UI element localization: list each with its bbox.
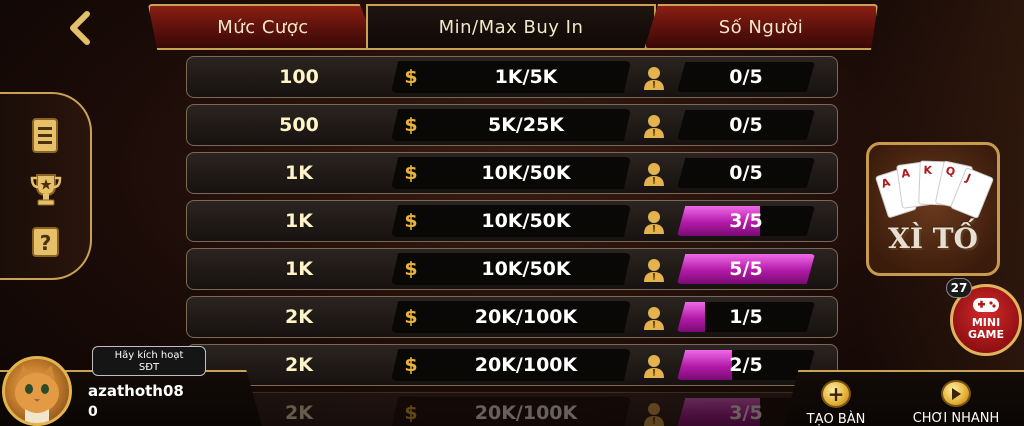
- activate-phone-button[interactable]: Hãy kích hoạt SĐT: [92, 346, 206, 376]
- players-count: 0/5: [729, 114, 763, 136]
- player-slots: 5/5: [677, 254, 815, 284]
- buyin-box: $ 10K/50K: [391, 253, 631, 285]
- buyin-box: $ 20K/100K: [391, 349, 631, 381]
- dollar-icon: $: [404, 306, 418, 328]
- person-icon: [644, 163, 664, 186]
- buyin-value: 1K/5K: [494, 66, 558, 88]
- bet-value: 1K: [285, 162, 313, 184]
- person-icon: [644, 115, 664, 138]
- player-slots: 2/5: [677, 350, 815, 380]
- history-icon[interactable]: [26, 116, 66, 156]
- activate-label-2: SĐT: [138, 362, 160, 373]
- dollar-icon: $: [404, 114, 418, 136]
- dollar-icon: $: [404, 354, 418, 376]
- buyin-value: 10K/50K: [481, 258, 571, 280]
- avatar[interactable]: [2, 356, 72, 426]
- table-row[interactable]: 1K $ 10K/50K 3/5: [186, 200, 838, 242]
- trophy-icon[interactable]: [26, 170, 66, 210]
- table-row[interactable]: 2K $ 20K/100K 2/5: [186, 344, 838, 386]
- buyin-box: $ 10K/50K: [391, 157, 631, 189]
- players-count: 5/5: [729, 258, 763, 280]
- play-icon: [941, 380, 971, 407]
- buyin-box: $ 20K/100K: [391, 301, 631, 333]
- person-icon: [644, 259, 664, 282]
- players-count: 2/5: [729, 354, 763, 376]
- mini-game-label-2: GAME: [967, 328, 1004, 341]
- plus-icon: +: [821, 380, 851, 408]
- table-row[interactable]: 500 $ 5K/25K 0/5: [186, 104, 838, 146]
- gamepad-icon: [973, 298, 999, 312]
- bet-value: 2K: [285, 402, 313, 424]
- players-count: 3/5: [729, 210, 763, 232]
- cat-avatar-icon: [15, 365, 59, 423]
- game-title: XÌ TỐ: [888, 222, 978, 255]
- buyin-box: $ 1K/5K: [391, 61, 631, 93]
- buyin-box: $ 5K/25K: [391, 109, 631, 141]
- buyin-value: 20K/100K: [474, 354, 578, 376]
- dollar-icon: $: [404, 210, 418, 232]
- header-bet: Mức Cược: [148, 4, 378, 50]
- dollar-icon: $: [404, 162, 418, 184]
- quick-play-label: CHƠI NHANH: [912, 411, 1000, 426]
- players-count: 0/5: [729, 162, 763, 184]
- dollar-icon: $: [404, 258, 418, 280]
- person-icon: [644, 355, 664, 378]
- buyin-value: 10K/50K: [481, 210, 571, 232]
- buyin-value: 20K/100K: [474, 306, 578, 328]
- back-button[interactable]: [64, 10, 96, 46]
- username: azathoth08: [88, 382, 184, 400]
- dollar-icon: $: [404, 66, 418, 88]
- dollar-icon: $: [404, 402, 418, 424]
- buyin-box: $ 10K/50K: [391, 205, 631, 237]
- table-row[interactable]: 1K $ 10K/50K 0/5: [186, 152, 838, 194]
- buyin-value: 20K/100K: [474, 402, 578, 424]
- bet-value: 2K: [285, 306, 313, 328]
- bet-value: 2K: [285, 354, 313, 376]
- player-slots: 3/5: [677, 206, 815, 236]
- buyin-value: 10K/50K: [481, 162, 571, 184]
- balance: 0: [88, 404, 98, 420]
- person-icon: [644, 307, 664, 330]
- svg-text:?: ?: [40, 231, 52, 255]
- players-count: 0/5: [729, 66, 763, 88]
- bet-value: 100: [279, 66, 319, 88]
- player-slots: 0/5: [677, 158, 815, 188]
- quick-play-button[interactable]: CHƠI NHANH: [906, 380, 1006, 426]
- help-icon[interactable]: ?: [26, 222, 66, 262]
- table-row[interactable]: 2K $ 20K/100K 1/5: [186, 296, 838, 338]
- player-slots: 1/5: [677, 302, 815, 332]
- side-menu: ?: [0, 92, 92, 280]
- create-table-button[interactable]: + TẠO BÀN: [786, 380, 886, 426]
- create-table-label: TẠO BÀN: [806, 412, 866, 426]
- person-icon: [644, 403, 664, 426]
- mini-game-badge: 27: [946, 278, 972, 298]
- table-header: Mức Cược Min/Max Buy In Số Người: [148, 4, 878, 52]
- person-icon: [644, 67, 664, 90]
- table-row[interactable]: 2K $ 20K/100K 3/5: [186, 392, 838, 426]
- bet-value: 1K: [285, 210, 313, 232]
- buyin-value: 5K/25K: [487, 114, 565, 136]
- table-row[interactable]: 1K $ 10K/50K 5/5: [186, 248, 838, 290]
- buyin-box: $ 20K/100K: [391, 397, 631, 426]
- players-count: 1/5: [729, 306, 763, 328]
- game-card-xi-to[interactable]: A A K Q J XÌ TỐ: [866, 142, 1000, 276]
- header-buyin: Min/Max Buy In: [366, 4, 656, 50]
- player-slots: 0/5: [677, 62, 815, 92]
- player-slots: 0/5: [677, 110, 815, 140]
- table-row[interactable]: 100 $ 1K/5K 0/5: [186, 56, 838, 98]
- bet-value: 1K: [285, 258, 313, 280]
- activate-label-1: Hãy kích hoạt: [114, 350, 184, 361]
- header-players: Số Người: [644, 4, 878, 50]
- bet-value: 500: [279, 114, 319, 136]
- chevron-left-icon: [70, 11, 90, 45]
- person-icon: [644, 211, 664, 234]
